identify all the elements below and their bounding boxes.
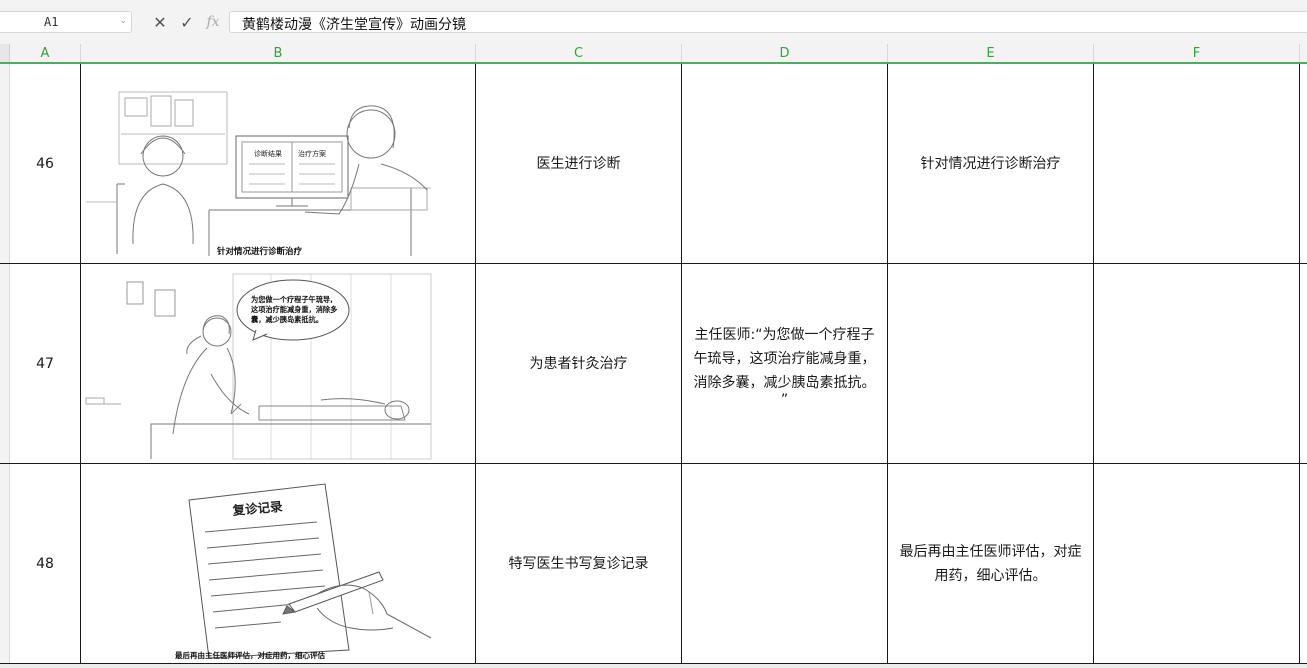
- cell-e48-line-1: 最后再由主任医师评估，对症: [899, 544, 1082, 560]
- cell-a47[interactable]: 47: [10, 264, 81, 464]
- bubble-line-1: 为您做一个疗程子午琉导,: [251, 295, 333, 304]
- sheet-grid: 46 诊断结果 治疗方案 针对情况进行诊断治疗 医生进行诊断 针对情况进行诊断治…: [0, 64, 1307, 668]
- column-header-c[interactable]: C: [476, 44, 682, 62]
- cell-a46[interactable]: 46: [10, 64, 81, 264]
- frame-caption: 最后再由主任医师评估，对症用药，细心评估: [175, 650, 325, 660]
- screen-label-right: 治疗方案: [298, 149, 326, 158]
- column-header: A B C D E F: [0, 44, 1307, 64]
- close-icon[interactable]: ✕: [149, 11, 171, 33]
- cell-f46[interactable]: [1094, 64, 1300, 264]
- bubble-line-3: 囊，减少胰岛素抵抗。: [250, 315, 323, 324]
- formula-bar: A1 ⌄ ✕ ✓ fx 黄鹤楼动漫《济生堂宣传》动画分镜: [0, 0, 1307, 44]
- cell-b47[interactable]: 为您做一个疗程子午琉导, 这项治疗能减身重，消除多 囊，减少胰岛素抵抗。: [81, 264, 476, 464]
- cell-e47[interactable]: [888, 264, 1094, 464]
- screen-label-left: 诊断结果: [254, 149, 282, 158]
- cell-e48-line-2: 用药，细心评估。: [934, 568, 1047, 584]
- storyboard-frame-diagnosis: 诊断结果 治疗方案 针对情况进行诊断治疗: [86, 91, 431, 257]
- cell-e46[interactable]: 针对情况进行诊断治疗: [888, 64, 1094, 264]
- name-box[interactable]: A1 ⌄: [0, 11, 132, 33]
- storyboard-frame-acupuncture: 为您做一个疗程子午琉导, 这项治疗能减身重，消除多 囊，减少胰岛素抵抗。: [85, 273, 432, 460]
- cell-d48[interactable]: [682, 464, 888, 664]
- check-icon[interactable]: ✓: [176, 11, 198, 33]
- column-header-a[interactable]: A: [10, 44, 81, 62]
- chevron-down-icon[interactable]: ⌄: [119, 16, 127, 26]
- cell-d46[interactable]: [682, 64, 888, 264]
- cell-f47[interactable]: [1094, 264, 1300, 464]
- cell-a48[interactable]: 48: [10, 464, 81, 664]
- cell-c46[interactable]: 医生进行诊断: [476, 64, 682, 264]
- cell-d47-line-2: 午琉导，这项治疗能减身重，: [693, 351, 876, 367]
- cell-d47-line-1: 主任医师:“为您做一个疗程子: [694, 327, 875, 343]
- cell-f48[interactable]: [1094, 464, 1300, 664]
- formula-input[interactable]: 黄鹤楼动漫《济生堂宣传》动画分镜: [229, 11, 1307, 33]
- storyboard-frame-record: 复诊记录 最后再由主任医师评估，对症用药，细心评估: [175, 483, 432, 660]
- formula-value: 黄鹤楼动漫《济生堂宣传》动画分镜: [242, 17, 466, 33]
- column-header-b[interactable]: B: [81, 44, 476, 62]
- cell-b46[interactable]: 诊断结果 治疗方案 针对情况进行诊断治疗: [81, 64, 476, 264]
- frame-caption: 针对情况进行诊断治疗: [217, 246, 303, 257]
- column-header-e[interactable]: E: [888, 44, 1094, 62]
- cell-b48[interactable]: 复诊记录 最后再由主任医师评估，对症用药，细心评估: [81, 464, 476, 664]
- column-header-f[interactable]: F: [1094, 44, 1300, 62]
- bubble-line-2: 这项治疗能减身重，消除多: [251, 305, 337, 314]
- cell-c48[interactable]: 特写医生书写复诊记录: [476, 464, 682, 664]
- cell-e48[interactable]: 最后再由主任医师评估，对症 用药，细心评估。: [888, 464, 1094, 664]
- cell-d47-line-4: ”: [780, 392, 789, 408]
- table-row: 48 复诊记录 最后再由主任医师评估，对症用药，细心评估 特写医生书写复诊记录: [0, 464, 1307, 664]
- cell-d47[interactable]: 主任医师:“为您做一个疗程子 午琉导，这项治疗能减身重， 消除多囊，减少胰岛素抵…: [682, 264, 888, 464]
- horizontal-scrollbar[interactable]: [0, 664, 1307, 668]
- table-row: 47 为您做一个疗程子午琉导, 这项治疗能减身重，消除多 囊，减少胰岛素抵抗。: [0, 264, 1307, 464]
- select-all-corner[interactable]: [0, 44, 10, 62]
- cell-c47[interactable]: 为患者针灸治疗: [476, 264, 682, 464]
- name-box-value: A1: [44, 15, 59, 29]
- table-row: 46 诊断结果 治疗方案 针对情况进行诊断治疗 医生进行诊断 针对情况进行诊断治…: [0, 64, 1307, 264]
- column-header-d[interactable]: D: [682, 44, 888, 62]
- fx-icon[interactable]: fx: [202, 11, 224, 33]
